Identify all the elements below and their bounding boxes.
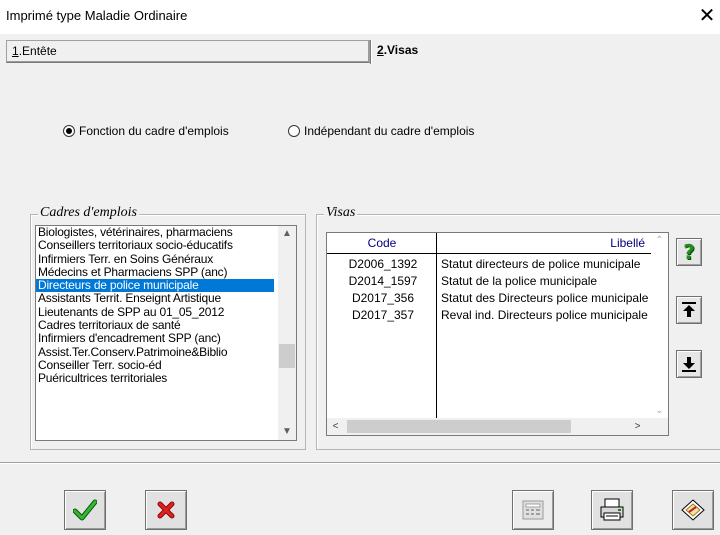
cadre-list-item[interactable]: Médecins et Pharmaciens SPP (anc): [36, 266, 274, 279]
scroll-left-icon[interactable]: <: [327, 418, 344, 435]
cancel-button[interactable]: [145, 490, 187, 530]
cadre-list-item[interactable]: Infirmiers d'encadrement SPP (anc): [36, 332, 274, 345]
visas-grid-header: Code Libellé: [327, 233, 652, 254]
scroll-down-icon[interactable]: ▼: [278, 424, 296, 440]
calculator-icon: [522, 500, 544, 520]
radio-independant-cadre[interactable]: Indépendant du cadre d'emplois: [288, 122, 474, 140]
move-down-arrow-icon: [682, 357, 696, 372]
column-separator: [436, 233, 437, 419]
cadres-scroll-thumb[interactable]: [279, 344, 295, 368]
scroll-right-icon[interactable]: >: [629, 418, 646, 435]
close-icon[interactable]: ✕: [699, 5, 716, 27]
footer-separator: [0, 462, 720, 464]
close-button[interactable]: ✕: [696, 4, 718, 28]
cadre-list-item[interactable]: Assistants Territ. Enseignt Artistique: [36, 292, 274, 305]
visas-group-label: Visas: [324, 205, 358, 221]
cadre-list-item[interactable]: Directeurs de police municipale: [36, 279, 274, 293]
visas-hscrollbar[interactable]: < >: [327, 418, 668, 435]
green-checkmark-icon: [73, 499, 97, 521]
move-up-arrow-icon: [682, 302, 696, 317]
cadre-list-item[interactable]: Biologistes, vétérinaires, pharmaciens: [36, 226, 274, 239]
cadres-vscrollbar[interactable]: ▲ ▼: [278, 226, 296, 440]
edit-document-icon: [681, 499, 705, 521]
visas-hscroll-thumb[interactable]: [347, 420, 571, 433]
tab-visas-mnemonic: 2: [377, 43, 384, 57]
visa-row-code[interactable]: D2017_357: [331, 308, 435, 322]
visa-row-code[interactable]: D2006_1392: [331, 257, 435, 271]
visa-row-code[interactable]: D2014_1597: [331, 274, 435, 288]
radio-fonction-cadre[interactable]: Fonction du cadre d'emplois: [63, 122, 229, 140]
visa-row-libelle[interactable]: Reval ind. Directeurs police municipale: [441, 308, 651, 322]
cadre-list-item[interactable]: Lieutenants de SPP au 01_05_2012: [36, 306, 274, 319]
visa-row-libelle[interactable]: Statut directeurs de police municipale: [441, 257, 651, 271]
scroll-up-icon[interactable]: ▲: [278, 226, 296, 242]
scroll-up-icon[interactable]: ⌃: [651, 233, 668, 249]
column-header-libelle[interactable]: Libellé: [437, 236, 649, 250]
radio-fonction-label: Fonction du cadre d'emplois: [79, 124, 229, 138]
scroll-down-icon[interactable]: ⌄: [651, 403, 668, 419]
move-up-button[interactable]: [676, 296, 702, 324]
window-title: Imprimé type Maladie Ordinaire: [6, 8, 188, 23]
validate-button[interactable]: [64, 490, 106, 530]
cadre-list-item[interactable]: Puéricultrices territoriales: [36, 372, 274, 385]
tab-entete-mnemonic: 1: [12, 44, 19, 58]
edit-button[interactable]: [672, 490, 714, 530]
cadres-group-label: Cadres d'emplois: [38, 205, 139, 221]
visas-grid[interactable]: Code Libellé D2006_1392 Statut directeurs…: [326, 232, 669, 436]
printer-icon: [600, 498, 624, 521]
cadre-list-item[interactable]: Assist.Ter.Conserv.Patrimoine&Biblio: [36, 346, 274, 359]
cadres-listbox[interactable]: Biologistes, vétérinaires, pharmaciens Co…: [35, 225, 297, 441]
radio-dot-unchecked[interactable]: [288, 125, 300, 137]
cadre-list-item[interactable]: Cadres territoriaux de santé: [36, 319, 274, 332]
print-button[interactable]: [591, 490, 633, 530]
help-question-icon: ?: [683, 240, 695, 264]
move-down-button[interactable]: [676, 350, 702, 378]
tab-visas[interactable]: 2.Visas: [371, 40, 720, 63]
visa-row-libelle[interactable]: Statut des Directeurs police municipale: [441, 291, 651, 305]
tab-visas-label: .Visas: [383, 43, 419, 57]
visas-vscrollbar[interactable]: ⌃ ⌄: [651, 233, 668, 419]
cadres-list[interactable]: Biologistes, vétérinaires, pharmaciens Co…: [36, 226, 296, 386]
red-cross-icon: [157, 501, 175, 519]
radio-dot-checked[interactable]: [63, 125, 75, 137]
cadre-list-item[interactable]: Conseiller Terr. socio-éd: [36, 359, 274, 372]
visa-row-code[interactable]: D2017_356: [331, 291, 435, 305]
tab-entete-label: .Entête: [18, 44, 57, 58]
radio-independant-label: Indépendant du cadre d'emplois: [304, 124, 475, 138]
cadre-list-item[interactable]: Conseillers territoriaux socio-éducatifs: [36, 239, 274, 252]
tab-entete[interactable]: 1.Entête: [6, 40, 370, 63]
help-button[interactable]: ?: [676, 238, 702, 266]
cadre-list-item[interactable]: Infirmiers Terr. en Soins Généraux: [36, 253, 274, 266]
visa-row-libelle[interactable]: Statut de la police municipale: [441, 274, 651, 288]
calculator-button[interactable]: [512, 490, 554, 530]
column-header-code[interactable]: Code: [327, 236, 437, 250]
